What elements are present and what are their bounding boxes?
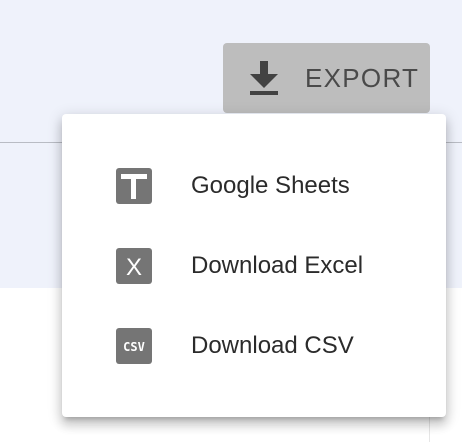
google-sheets-icon	[116, 168, 152, 204]
menu-item-label: Download Excel	[191, 252, 364, 279]
csv-icon: CSV	[116, 328, 152, 364]
download-icon	[249, 60, 279, 96]
menu-item-label: Google Sheets	[191, 172, 350, 199]
csv-icon-text: CSV	[123, 340, 145, 354]
menu-item-download-csv[interactable]: CSV Download CSV	[62, 306, 446, 386]
menu-item-download-excel[interactable]: X Download Excel	[62, 226, 446, 306]
excel-icon-text: X	[126, 254, 142, 281]
export-menu: Google Sheets X Download Excel CSV Downl…	[62, 114, 446, 417]
menu-item-label: Download CSV	[191, 332, 354, 359]
excel-icon: X	[116, 248, 152, 284]
menu-item-google-sheets[interactable]: Google Sheets	[62, 146, 446, 226]
export-button[interactable]: EXPORT	[223, 43, 430, 113]
export-label: EXPORT	[305, 62, 420, 93]
